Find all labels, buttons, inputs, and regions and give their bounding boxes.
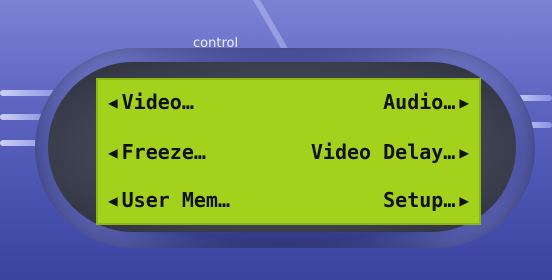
control-label: control: [193, 36, 239, 51]
right-arrow-icon: ▶: [459, 190, 469, 210]
menu-item-video-delay[interactable]: Video Delay… ▶: [311, 140, 473, 164]
right-arrow-icon: ▶: [459, 92, 469, 112]
lcd-menu-display: ◀ Video… Audio… ▶ ◀ Freeze… Video Delay……: [96, 78, 481, 225]
menu-item-label: User Mem…: [121, 188, 231, 212]
menu-row: ◀ Video… Audio… ▶: [104, 82, 473, 122]
menu-item-user-mem[interactable]: ◀ User Mem…: [104, 188, 230, 212]
menu-item-label: Freeze…: [121, 140, 206, 164]
right-arrow-icon: ▶: [459, 142, 469, 162]
menu-item-label: Video Delay…: [310, 140, 456, 164]
menu-item-setup[interactable]: Setup… ▶: [383, 188, 473, 212]
menu-item-video[interactable]: ◀ Video…: [104, 90, 194, 114]
left-arrow-icon: ◀: [108, 142, 118, 162]
menu-item-audio[interactable]: Audio… ▶: [383, 90, 473, 114]
menu-item-label: Audio…: [383, 90, 456, 114]
menu-item-label: Video…: [121, 90, 194, 114]
left-arrow-icon: ◀: [108, 190, 118, 210]
menu-row: ◀ User Mem… Setup… ▶: [104, 180, 473, 220]
left-arrow-icon: ◀: [108, 92, 118, 112]
menu-row: ◀ Freeze… Video Delay… ▶: [104, 132, 473, 172]
menu-item-label: Setup…: [383, 188, 456, 212]
menu-item-freeze[interactable]: ◀ Freeze…: [104, 140, 206, 164]
control-panel: control ◀ Video… Audio… ▶ ◀ Freeze… Vide…: [0, 0, 552, 280]
